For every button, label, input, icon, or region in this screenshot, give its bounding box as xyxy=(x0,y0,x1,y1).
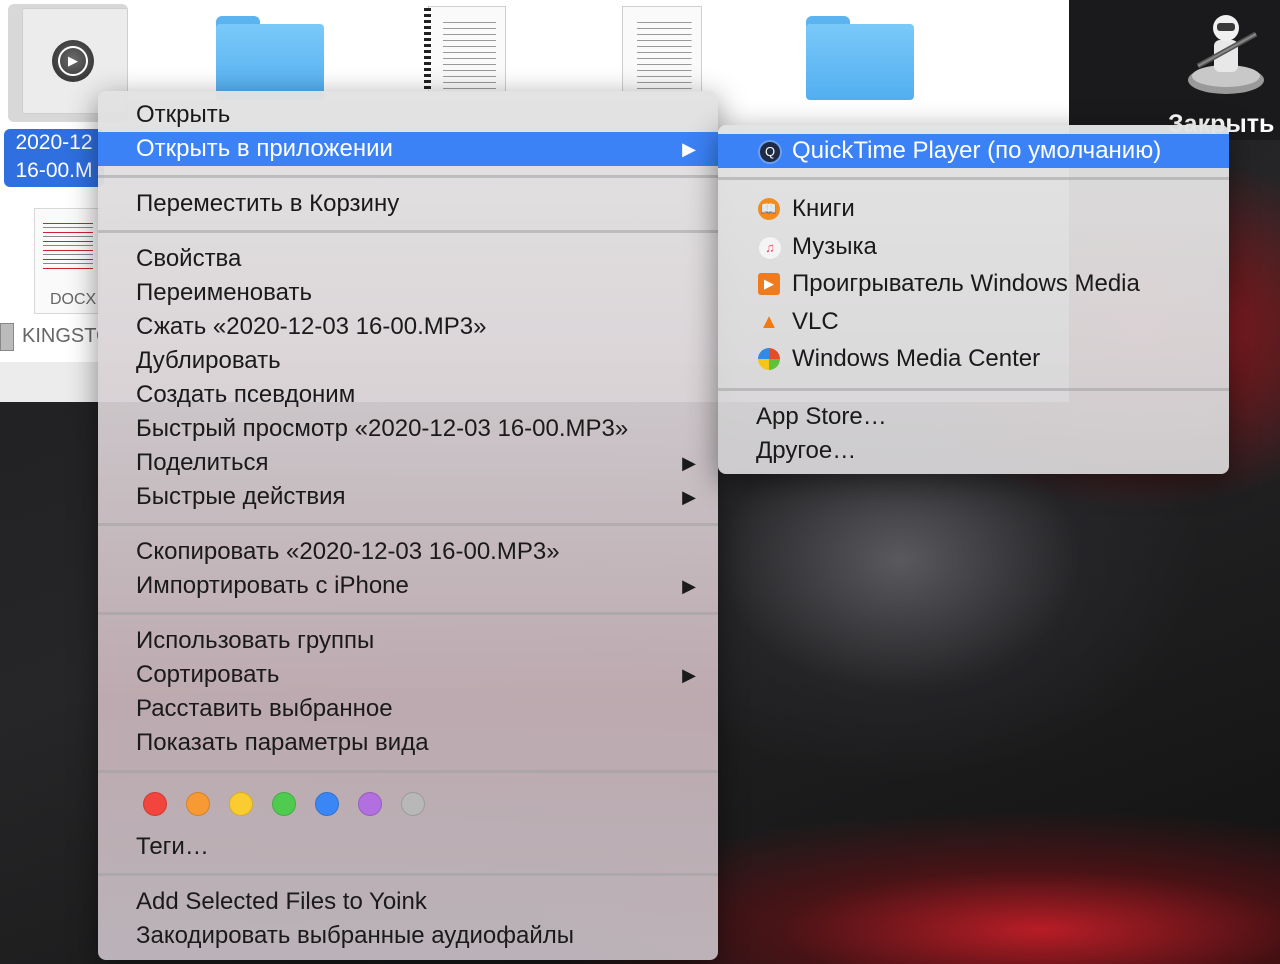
menu-item-label: Быстрый просмотр «2020-12-03 16-00.MP3» xyxy=(136,415,629,442)
submenu-arrow-icon: ▶ xyxy=(682,139,696,159)
menu-item-tags[interactable]: Теги… xyxy=(98,830,718,864)
menu-item-view-options[interactable]: Показать параметры вида xyxy=(98,726,718,760)
submenu-item-music[interactable]: ♫ Музыка xyxy=(718,230,1229,264)
music-icon: ♫ xyxy=(758,236,782,260)
drive-icon xyxy=(0,323,14,351)
binder-edge xyxy=(424,8,431,90)
tag-color-dot[interactable] xyxy=(401,792,425,816)
menu-item-rename[interactable]: Переименовать xyxy=(98,276,718,310)
menu-item-label: App Store… xyxy=(756,403,887,430)
windows-media-player-icon: ▶ xyxy=(758,273,780,295)
menu-separator xyxy=(98,175,718,178)
submenu-arrow-icon: ▶ xyxy=(682,487,696,507)
submenu-item-quicktime[interactable]: Q QuickTime Player (по умолчанию) xyxy=(718,134,1229,168)
context-menu: Открыть Открыть в приложении ▶ Перемести… xyxy=(98,91,718,960)
document-icon[interactable] xyxy=(622,6,702,92)
submenu-item-books[interactable]: 📖 Книги xyxy=(718,192,1229,226)
submenu-item-wmc[interactable]: Windows Media Center xyxy=(718,342,1229,376)
menu-item-label: Создать псевдоним xyxy=(136,381,356,408)
menu-item-label: Поделиться xyxy=(136,449,269,476)
selected-file-name: 2020-12 16-00.M xyxy=(15,131,93,182)
submenu-item-wmp[interactable]: ▶ Проигрыватель Windows Media xyxy=(718,267,1229,301)
menu-item-label: Windows Media Center xyxy=(792,345,1041,372)
tag-color-dot[interactable] xyxy=(229,792,253,816)
submenu-item-other[interactable]: Другое… xyxy=(718,434,1229,468)
menu-item-label: Сжать «2020-12-03 16-00.MP3» xyxy=(136,313,487,340)
menu-item-sort[interactable]: Сортировать ▶ xyxy=(98,658,718,692)
menu-item-label: Книги xyxy=(792,195,855,222)
menu-item-label: Переименовать xyxy=(136,279,312,306)
menu-item-clean-up[interactable]: Расставить выбранное xyxy=(98,692,718,726)
menu-item-label: Дублировать xyxy=(136,347,281,374)
menu-item-encode-audio[interactable]: Закодировать выбранные аудиофайлы xyxy=(98,919,718,953)
menu-separator xyxy=(98,612,718,615)
menu-item-label: VLC xyxy=(792,308,839,335)
menu-item-label: Открыть в приложении xyxy=(136,135,393,162)
menu-separator xyxy=(98,523,718,526)
menu-separator xyxy=(98,230,718,233)
menu-item-share[interactable]: Поделиться ▶ xyxy=(98,446,718,480)
folder-icon[interactable] xyxy=(216,16,324,100)
menu-item-label: Проигрыватель Windows Media xyxy=(792,270,1140,297)
tag-color-dot[interactable] xyxy=(143,792,167,816)
tag-color-dot[interactable] xyxy=(315,792,339,816)
menu-item-label: Теги… xyxy=(136,833,209,860)
menu-item-label: Другое… xyxy=(756,437,857,464)
menu-item-compress[interactable]: Сжать «2020-12-03 16-00.MP3» xyxy=(98,310,718,344)
menu-item-yoink[interactable]: Add Selected Files to Yoink xyxy=(98,885,718,919)
automator-robot-icon[interactable] xyxy=(1186,10,1266,100)
submenu-item-vlc[interactable]: ▲ VLC xyxy=(718,305,1229,339)
menu-item-import-iphone[interactable]: Импортировать с iPhone ▶ xyxy=(98,569,718,603)
menu-item-move-to-trash[interactable]: Переместить в Корзину xyxy=(98,187,718,221)
menu-separator xyxy=(98,770,718,773)
tag-color-dot[interactable] xyxy=(272,792,296,816)
menu-item-open-with[interactable]: Открыть в приложении ▶ xyxy=(98,132,718,166)
menu-item-label: Add Selected Files to Yoink xyxy=(136,888,427,915)
menu-item-copy[interactable]: Скопировать «2020-12-03 16-00.MP3» xyxy=(98,535,718,569)
docx-badge: DOCX xyxy=(50,291,97,308)
vlc-cone-icon: ▲ xyxy=(759,311,779,333)
menu-item-label: Быстрые действия xyxy=(136,483,346,510)
books-icon: 📖 xyxy=(758,198,780,220)
menu-item-label: Переместить в Корзину xyxy=(136,190,400,217)
menu-item-label: Музыка xyxy=(792,233,877,260)
menu-item-label: Свойства xyxy=(136,245,242,272)
menu-item-open[interactable]: Открыть xyxy=(98,98,718,132)
folder-icon[interactable] xyxy=(806,16,914,100)
menu-separator xyxy=(98,873,718,876)
tag-color-dot[interactable] xyxy=(358,792,382,816)
menu-item-label: Показать параметры вида xyxy=(136,729,429,756)
menu-item-label: Расставить выбранное xyxy=(136,695,393,722)
submenu-arrow-icon: ▶ xyxy=(682,576,696,596)
menu-item-make-alias[interactable]: Создать псевдоним xyxy=(98,378,718,412)
menu-item-label: Сортировать xyxy=(136,661,280,688)
menu-item-quick-look[interactable]: Быстрый просмотр «2020-12-03 16-00.MP3» xyxy=(98,412,718,446)
submenu-arrow-icon: ▶ xyxy=(682,453,696,473)
open-with-submenu: Q QuickTime Player (по умолчанию) 📖 Книг… xyxy=(718,125,1229,474)
submenu-item-app-store[interactable]: App Store… xyxy=(718,400,1229,434)
menu-item-label: Скопировать «2020-12-03 16-00.MP3» xyxy=(136,538,560,565)
windows-media-center-icon xyxy=(758,348,780,370)
menu-item-label: Открыть xyxy=(136,101,231,128)
quicktime-icon: Q xyxy=(758,140,782,164)
menu-item-use-groups[interactable]: Использовать группы xyxy=(98,624,718,658)
menu-item-label: Использовать группы xyxy=(136,627,375,654)
play-icon: ▶ xyxy=(52,40,94,82)
menu-item-duplicate[interactable]: Дублировать xyxy=(98,344,718,378)
submenu-arrow-icon: ▶ xyxy=(682,665,696,685)
document-icon[interactable] xyxy=(428,6,506,92)
menu-separator xyxy=(718,388,1229,391)
menu-item-label: QuickTime Player (по умолчанию) xyxy=(792,137,1162,164)
menu-item-quick-actions[interactable]: Быстрые действия ▶ xyxy=(98,480,718,514)
drive-label[interactable]: KINGSTON xyxy=(22,325,98,348)
menu-item-label: Закодировать выбранные аудиофайлы xyxy=(136,922,575,949)
tag-color-dot[interactable] xyxy=(186,792,210,816)
selected-file-label[interactable]: 2020-12 16-00.M xyxy=(4,129,104,187)
menu-item-get-info[interactable]: Свойства xyxy=(98,242,718,276)
menu-item-label: Импортировать с iPhone xyxy=(136,572,409,599)
menu-separator xyxy=(718,177,1229,180)
